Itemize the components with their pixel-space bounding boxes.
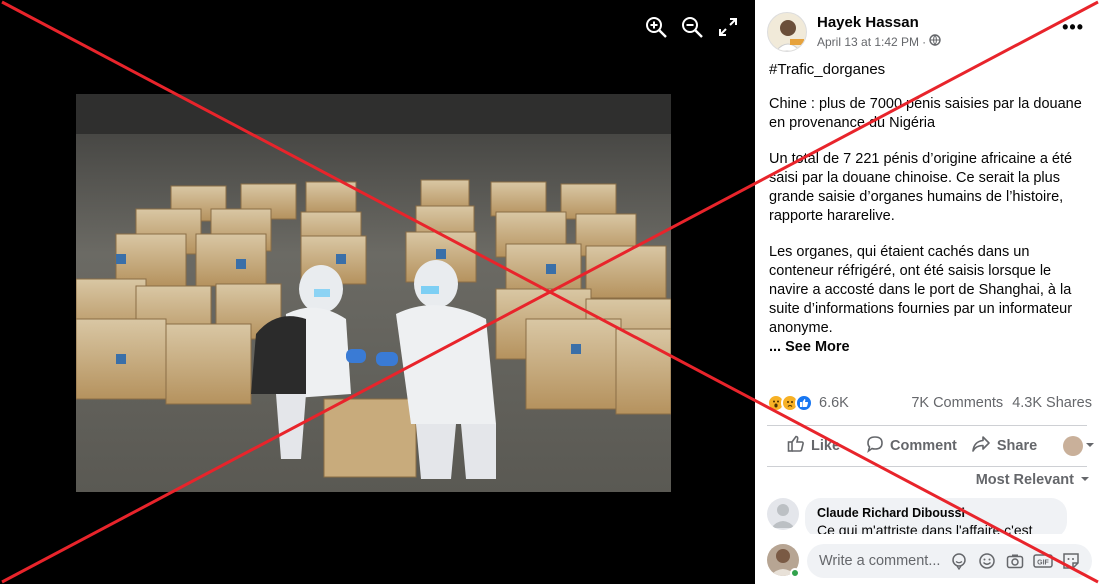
commenter-avatar[interactable]: [767, 498, 799, 530]
more-options-icon[interactable]: •••: [1062, 18, 1084, 36]
sticker-icon[interactable]: [1060, 550, 1082, 572]
post-meta: April 13 at 1:42 PM ·: [817, 34, 941, 49]
zoom-out-icon[interactable]: [679, 14, 705, 40]
share-icon: [971, 435, 991, 457]
like-button[interactable]: Like: [787, 435, 840, 457]
viewer-toolbar: [643, 14, 741, 40]
post-paragraph-2: Un total de 7 221 pénis d’origine africa…: [769, 151, 1073, 224]
author-info: Hayek Hassan April 13 at 1:42 PM ·: [817, 12, 941, 49]
commenter-name[interactable]: Claude Richard Diboussi: [817, 506, 1055, 520]
comment-bubble: Claude Richard Diboussi Ce qui m'attrist…: [805, 498, 1067, 538]
divider-top: [767, 425, 1087, 426]
avatar-sticker-icon[interactable]: [948, 550, 970, 572]
sort-label: Most Relevant: [975, 472, 1074, 488]
comment-icon: [866, 435, 884, 457]
photo-post-page: Hayek Hassan April 13 at 1:42 PM · ••• #…: [0, 0, 1100, 584]
gif-icon[interactable]: GIF: [1032, 550, 1054, 572]
comment-input[interactable]: Write a comment... GIF: [807, 544, 1092, 578]
online-status-dot: [790, 568, 800, 578]
comment-composer: Write a comment... GIF: [755, 534, 1100, 584]
comment-placeholder: Write a comment...: [819, 553, 941, 569]
post-body: #Trafic_dorganes Chine : plus de 7000 pé…: [769, 60, 1089, 357]
caret-down-icon: [1085, 438, 1095, 454]
svg-text:GIF: GIF: [1037, 560, 1049, 567]
author-avatar[interactable]: [767, 12, 807, 52]
reaction-count[interactable]: 6.6K: [819, 395, 849, 411]
meta-separator: ·: [922, 34, 927, 49]
post-paragraph-1: Chine : plus de 7000 pénis saisies par l…: [769, 96, 1082, 131]
audience-selector[interactable]: [1063, 436, 1095, 456]
share-button[interactable]: Share: [971, 435, 1037, 457]
comments-count[interactable]: 7K Comments: [911, 395, 1003, 411]
camera-icon[interactable]: [1004, 550, 1026, 572]
post-paragraph-3: Les organes, qui étaient cachés dans un …: [769, 244, 1073, 336]
divider-bottom: [767, 466, 1087, 467]
post-hashtag[interactable]: #Trafic_dorganes: [769, 60, 1089, 79]
shares-count[interactable]: 4.3K Shares: [1012, 395, 1092, 411]
post-header: Hayek Hassan April 13 at 1:42 PM ·: [767, 12, 941, 52]
globe-icon: [929, 34, 941, 49]
fullscreen-icon[interactable]: [715, 14, 741, 40]
author-name[interactable]: Hayek Hassan: [817, 14, 941, 31]
post-date[interactable]: April 13 at 1:42 PM: [817, 35, 919, 49]
reaction-icons[interactable]: [767, 394, 813, 412]
comment-item: Claude Richard Diboussi Ce qui m'attrist…: [767, 498, 1067, 538]
like-label: Like: [811, 438, 841, 454]
like-icon: [795, 394, 813, 412]
thumbs-up-icon: [787, 435, 805, 457]
engagement-counts: 7K Comments 4.3K Shares: [911, 395, 1092, 411]
photo-viewer: [0, 0, 755, 584]
post-photo: [76, 94, 671, 492]
emoji-icon[interactable]: [976, 550, 998, 572]
zoom-in-icon[interactable]: [643, 14, 669, 40]
comment-sort-dropdown[interactable]: Most Relevant: [976, 472, 1090, 488]
post-sidebar: Hayek Hassan April 13 at 1:42 PM · ••• #…: [755, 0, 1100, 584]
comment-label: Comment: [890, 438, 957, 454]
caret-down-icon: [1080, 472, 1090, 488]
reactions-bar: 6.6K 7K Comments 4.3K Shares: [767, 394, 1092, 412]
user-mini-avatar: [1063, 436, 1084, 456]
share-label: Share: [996, 438, 1038, 454]
see-more-link[interactable]: ... See More: [769, 338, 1089, 357]
composer-tools: GIF: [948, 544, 1082, 578]
comment-button[interactable]: Comment: [866, 435, 957, 457]
post-actions: Like Comment Share: [767, 430, 1095, 462]
